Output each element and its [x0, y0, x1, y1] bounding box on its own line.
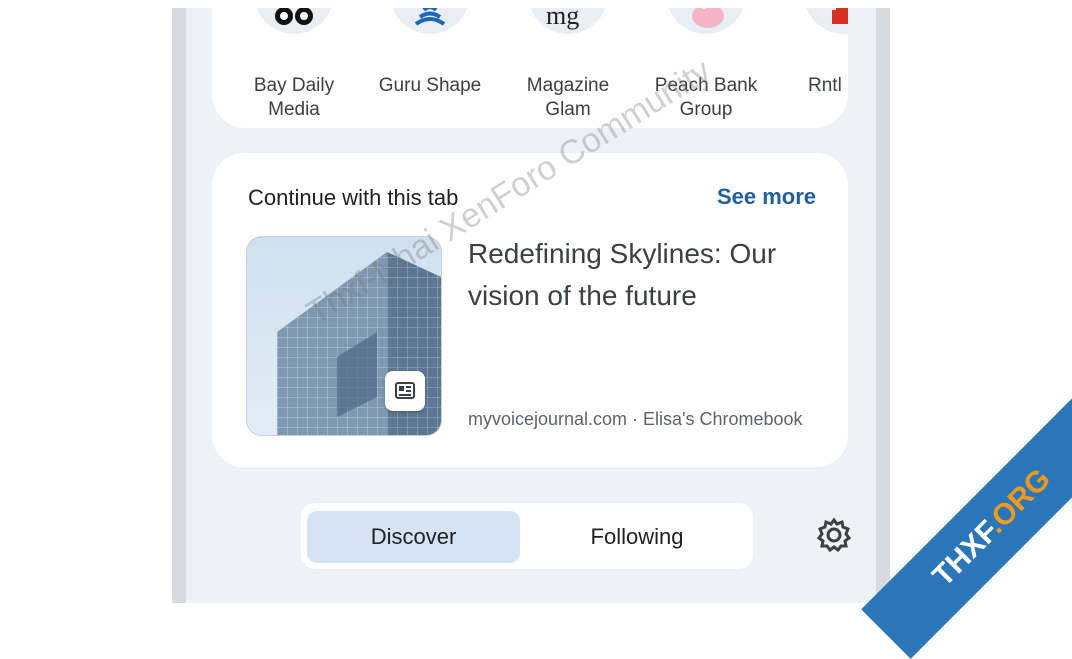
screen: Bay Daily Media Guru Shape mg Magazine G… [186, 8, 876, 603]
tab-following[interactable]: Following [527, 511, 747, 563]
shortcut-label: Guru Shape [378, 75, 482, 96]
watermark-ribbon: THXF.ORG [861, 397, 1072, 659]
gear-icon[interactable] [814, 515, 854, 555]
svg-text:mg: mg [546, 8, 579, 30]
article-icon [385, 371, 425, 411]
yoga-figure-icon [390, 8, 470, 34]
shortcut-label: Rntl [808, 75, 842, 96]
shortcuts-card: Bay Daily Media Guru Shape mg Magazine G… [212, 8, 848, 128]
shortcut-label: Bay Daily Media [253, 75, 335, 120]
ribbon-text-orange: .ORG [979, 462, 1057, 540]
see-more-link[interactable]: See more [717, 184, 816, 210]
owl-eyes-icon [254, 8, 334, 34]
feed-toggle: Discover Following [301, 503, 753, 569]
continue-tab-heading: Continue with this tab [248, 185, 459, 210]
tab-discover[interactable]: Discover [307, 511, 520, 563]
red-logo-icon [804, 8, 848, 34]
piggy-bank-icon [666, 8, 746, 34]
phone-frame: Bay Daily Media Guru Shape mg Magazine G… [172, 8, 890, 603]
article-meta: myvoicejournal.com · Elisa's Chromebook [468, 409, 803, 429]
mg-logo-icon: mg [528, 8, 608, 34]
article-title[interactable]: Redefining Skylines: Our vision of the f… [468, 233, 828, 317]
